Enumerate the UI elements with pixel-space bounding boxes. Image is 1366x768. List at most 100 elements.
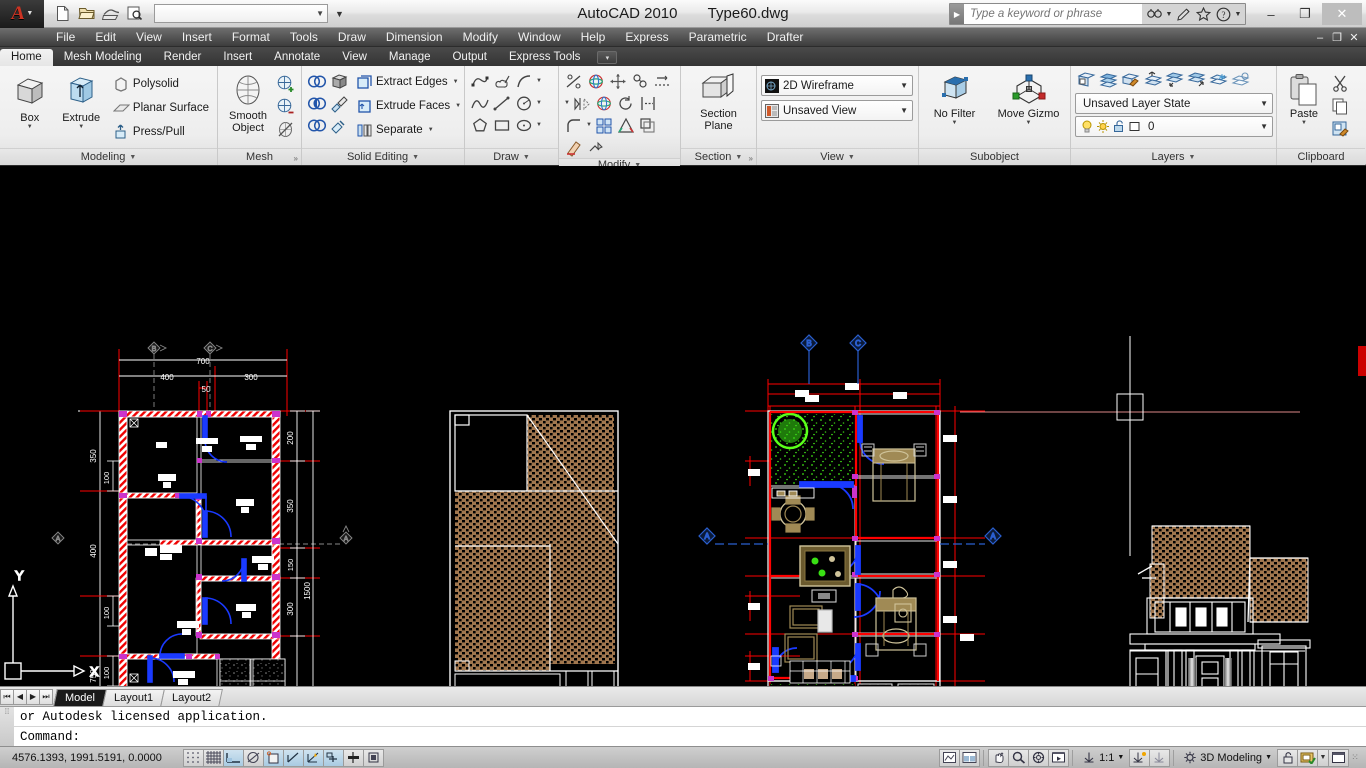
layer-properties-icon[interactable] [1075, 69, 1097, 91]
document-close-button[interactable]: ✕ [1347, 31, 1361, 44]
drawing-canvas[interactable]: 700 400 300 50 B C A A 350 100 400 100 7… [0, 166, 1366, 686]
dynamic-ucs-toggle[interactable] [303, 748, 324, 767]
dynamic-input-toggle[interactable] [323, 748, 344, 767]
circle-dropdown-icon[interactable]: ▼ [535, 92, 543, 114]
extrude-button[interactable]: Extrude ▼ [55, 70, 106, 131]
command-line-window[interactable]: ⁞⁞ or Autodesk licensed application. Com… [0, 706, 1366, 746]
layer-state-combo[interactable]: Unsaved Layer State ▼ [1075, 93, 1273, 114]
command-prompt-line[interactable]: Command: [14, 727, 1366, 747]
plot-preview-icon[interactable] [124, 3, 145, 24]
menu-item-modify[interactable]: Modify [453, 29, 508, 45]
first-layout-button[interactable]: ⏮ [0, 688, 14, 705]
panel-title-layers[interactable]: Layers ▼ [1071, 148, 1276, 165]
menu-item-help[interactable]: Help [571, 29, 616, 45]
layer-isolate-icon[interactable] [1163, 69, 1185, 91]
shell-icon[interactable] [328, 114, 350, 136]
rotate-icon[interactable] [615, 92, 637, 114]
section-plane-button[interactable]: Section Plane [687, 70, 751, 133]
panel-title-view[interactable]: View ▼ [757, 148, 918, 165]
chevron-down-icon[interactable]: ▼ [455, 103, 461, 109]
line-icon[interactable] [491, 92, 513, 114]
stretch-icon[interactable] [651, 70, 673, 92]
ribbon-tab-manage[interactable]: Manage [378, 49, 442, 66]
ribbon-tab-annotate[interactable]: Annotate [263, 49, 331, 66]
workspace-switcher[interactable]: 3D Modeling ▼ [1178, 749, 1277, 767]
lineweight-toggle[interactable] [343, 748, 364, 767]
ribbon-tab-mesh-modeling[interactable]: Mesh Modeling [53, 49, 153, 66]
ortho-mode-toggle[interactable] [223, 748, 244, 767]
explode-icon[interactable] [585, 136, 607, 158]
modify-dropdown-icon[interactable]: ▼ [563, 92, 571, 114]
chevron-down-icon[interactable]: ▼ [27, 124, 33, 130]
ellipse-dropdown-icon[interactable]: ▼ [535, 114, 543, 136]
favorites-icon[interactable] [1194, 5, 1213, 24]
menu-item-file[interactable]: File [46, 29, 85, 45]
arc-dropdown-icon[interactable]: ▼ [535, 70, 543, 92]
3d-align-icon[interactable] [593, 92, 615, 114]
clean-screen-icon[interactable] [1328, 748, 1349, 767]
ribbon-tab-express-tools[interactable]: Express Tools [498, 49, 591, 66]
copy-icon[interactable] [629, 70, 651, 92]
menu-item-edit[interactable]: Edit [85, 29, 126, 45]
chevron-down-icon[interactable]: ▼ [453, 79, 459, 85]
panel-title-section[interactable]: Section ▼ » [681, 148, 756, 165]
quick-view-layouts-button[interactable] [959, 748, 981, 767]
layer-previous-icon[interactable] [1141, 69, 1163, 91]
extract-edges-button[interactable]: Extract Edges ▼ [352, 70, 465, 94]
layer-combo[interactable]: 0 ▼ [1075, 116, 1273, 137]
cut-icon[interactable] [1329, 72, 1351, 94]
panel-title-clipboard[interactable]: Clipboard [1277, 148, 1365, 165]
quick-properties-toggle[interactable] [363, 748, 384, 767]
new-file-icon[interactable] [52, 3, 73, 24]
smooth-less-icon[interactable] [274, 95, 296, 117]
infocenter-expand-icon[interactable]: ▶ [950, 4, 964, 24]
layer-freeze-icon[interactable] [1207, 69, 1229, 91]
panel-title-modeling[interactable]: Modeling ▼ [0, 148, 217, 165]
previous-layout-button[interactable]: ◀ [13, 688, 27, 705]
polyline-icon[interactable] [469, 70, 491, 92]
steering-wheel-button[interactable] [1028, 748, 1050, 767]
pan-button[interactable] [988, 748, 1010, 767]
refine-mesh-icon[interactable] [274, 118, 296, 140]
menu-item-draw[interactable]: Draw [328, 29, 376, 45]
close-button[interactable]: ✕ [1322, 3, 1362, 25]
chevron-down-icon[interactable]: ▼ [1165, 5, 1173, 24]
menu-item-tools[interactable]: Tools [280, 29, 328, 45]
layer-off-icon[interactable] [1229, 69, 1251, 91]
dialog-launcher-icon[interactable]: » [294, 154, 298, 163]
clean-icon[interactable] [328, 92, 350, 114]
no-filter-button[interactable]: No Filter ▼ [924, 70, 986, 127]
chevron-down-icon[interactable]: ▼ [428, 127, 434, 133]
menu-item-drafter[interactable]: Drafter [757, 29, 814, 45]
extend-icon[interactable] [637, 92, 659, 114]
menu-item-view[interactable]: View [126, 29, 172, 45]
revcloud-icon[interactable] [491, 70, 513, 92]
next-layout-button[interactable]: ▶ [26, 688, 40, 705]
dialog-launcher-icon[interactable]: » [749, 154, 753, 163]
document-restore-button[interactable]: ❐ [1330, 31, 1344, 44]
annotation-visibility-icon[interactable] [1129, 748, 1151, 767]
zoom-button[interactable] [1008, 748, 1030, 767]
polar-tracking-toggle[interactable] [243, 748, 264, 767]
polysolid-button[interactable]: Polysolid [109, 72, 213, 96]
polygon-icon[interactable] [469, 114, 491, 136]
chevron-down-icon[interactable]: ▼ [1234, 5, 1242, 24]
layout-tab-layout2[interactable]: Layout2 [160, 688, 224, 707]
layer-match-icon[interactable] [1119, 69, 1141, 91]
object-snap-toggle[interactable] [263, 748, 284, 767]
workspace-quick-combo[interactable]: ▼ [154, 4, 328, 23]
last-layout-button[interactable]: ⏭ [39, 688, 53, 705]
chevron-down-icon[interactable]: ▼ [78, 124, 84, 130]
circle-icon[interactable] [513, 92, 535, 114]
object-snap-tracking-toggle[interactable] [283, 748, 304, 767]
solid-slice-icon[interactable] [328, 70, 350, 92]
search-icon[interactable] [1145, 5, 1164, 24]
ribbon-tab-view[interactable]: View [331, 49, 378, 66]
command-line-grip[interactable]: ⁞⁞ [0, 707, 14, 746]
application-menu-button[interactable]: A ▼ [0, 0, 44, 28]
union-icon[interactable] [306, 70, 328, 92]
copy-clip-icon[interactable] [1329, 95, 1351, 117]
fillet-icon[interactable] [563, 114, 585, 136]
menu-item-dimension[interactable]: Dimension [376, 29, 453, 45]
panel-title-mesh[interactable]: Mesh » [218, 148, 301, 165]
